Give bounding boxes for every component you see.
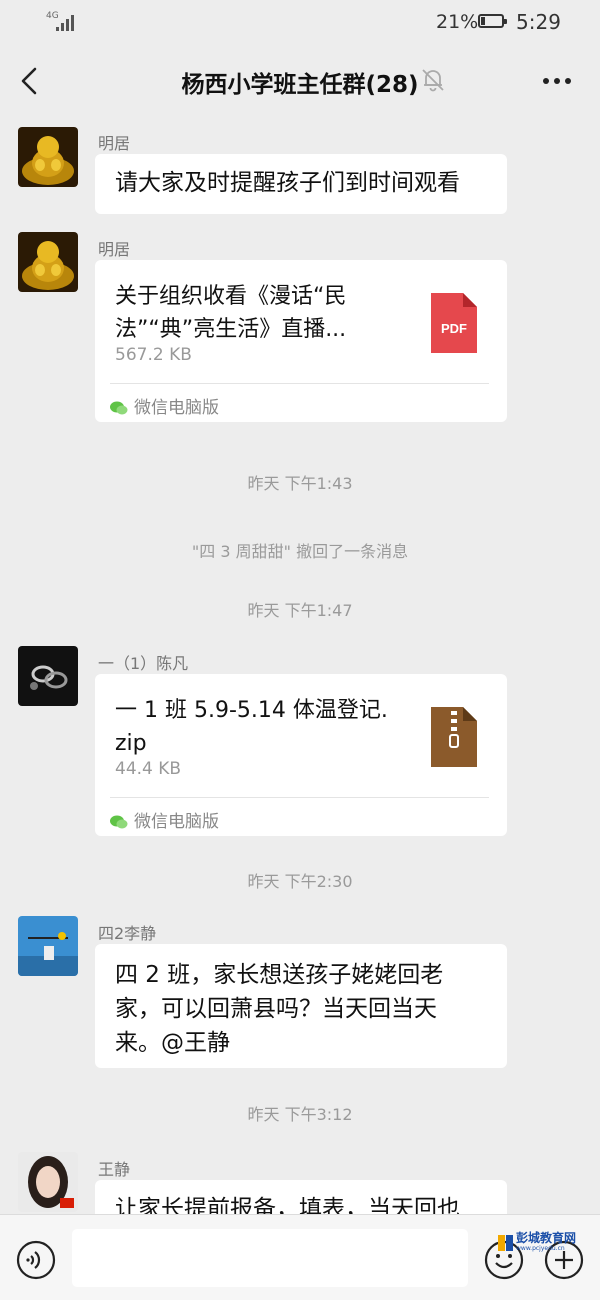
message-bubble[interactable]: 四 2 班，家长想送孩子姥姥回老 家，可以回萧县吗？当天回当天 来。@王静 [95,944,507,1068]
sender-name: 明居 [98,134,131,153]
status-bar: 4G 21% 5:29 [0,0,600,46]
voice-button[interactable] [16,1240,56,1280]
file-size: 44.4 KB [115,759,182,779]
sender-name: 一（1）陈凡 [98,654,189,673]
timestamp: 昨天 下午1:43 [247,474,353,493]
file-name-line: 法”“典”亮生活》直播... [115,317,347,342]
input-bar [0,1214,600,1300]
book-logo-icon [498,1235,513,1251]
file-source-label: 微信电脑版 [134,398,219,418]
timestamp: 昨天 下午1:47 [247,601,353,620]
golden-buddha-avatar[interactable] [18,232,78,292]
watermark-logo: 彭城教育网 www.pcjyedu.cn [498,1232,588,1254]
zip-file-icon [431,707,477,767]
pdf-file-icon: PDF [431,293,477,353]
message-bubble[interactable]: 请大家及时提醒孩子们到时间观看 [95,154,507,214]
sender-name: 明居 [98,240,131,259]
mute-bell-icon [420,67,446,93]
message-text: 请大家及时提醒孩子们到时间观看 [115,170,460,196]
message-text-line: 家，可以回萧县吗？当天回当天 [115,996,437,1022]
golden-buddha-avatar[interactable] [18,127,78,187]
timestamp: 昨天 下午3:12 [247,1105,353,1124]
file-size: 567.2 KB [115,345,192,365]
message-text-line: 四 2 班，家长想送孩子姥姥回老 [115,962,444,988]
wechat-icon [110,815,128,829]
file-name-line: zip [115,731,147,756]
message-text: 让家长提前报备，填表，当天回也 [115,1196,460,1214]
file-name: 一 1 班 5.9-5.14 体温登记. zip [115,694,405,760]
sender-name: 王静 [98,1160,131,1179]
file-source: 微信电脑版 [110,807,219,832]
wechat-icon [110,401,128,415]
message-bubble[interactable]: 让家长提前报备，填表，当天回也 [95,1180,507,1214]
file-name: 关于组织收看《漫话“民 法”“典”亮生活》直播... [115,280,405,346]
file-name-line: 关于组织收看《漫话“民 [115,284,347,309]
file-name-line: 一 1 班 5.9-5.14 体温登记. [115,698,388,723]
file-source: 微信电脑版 [110,393,219,418]
file-message-card[interactable]: 关于组织收看《漫话“民 法”“典”亮生活》直播... 567.2 KB PDF … [95,260,507,422]
voice-icon [16,1240,56,1280]
chat-title: 杨西小学班主任群(28) [181,72,419,98]
file-source-label: 微信电脑版 [134,812,219,832]
more-options-button[interactable] [540,68,574,94]
divider [110,797,489,798]
file-message-card[interactable]: 一 1 班 5.9-5.14 体温登记. zip 44.4 KB 微信电脑版 [95,674,507,836]
timestamp: 昨天 下午2:30 [247,872,353,891]
divider [110,383,489,384]
recall-notice: "四 3 周甜甜" 撤回了一条消息 [191,542,409,561]
chain-avatar[interactable] [18,646,78,706]
message-text-line: 来。@王静 [115,1030,230,1056]
battery-percent: 21% [436,11,479,33]
battery-icon [478,14,507,28]
blue-scene-avatar[interactable] [18,916,78,976]
message-input[interactable] [72,1229,468,1287]
signal-icon: 4G [46,12,76,32]
watermark-url: www.pcjyedu.cn [516,1245,565,1252]
clock: 5:29 [516,10,561,34]
woman-photo-avatar[interactable] [18,1152,78,1212]
chat-header: 杨西小学班主任群(28) [0,46,600,118]
message-list[interactable]: 明居 请大家及时提醒孩子们到时间观看 明居 关于组织收看《漫话“民 法”“典”亮… [0,118,600,1214]
watermark-text: 彭城教育网 [516,1231,577,1245]
more-dots-icon [543,78,571,84]
file-type-label: PDF [441,321,467,336]
sender-name: 四2李静 [98,924,157,943]
